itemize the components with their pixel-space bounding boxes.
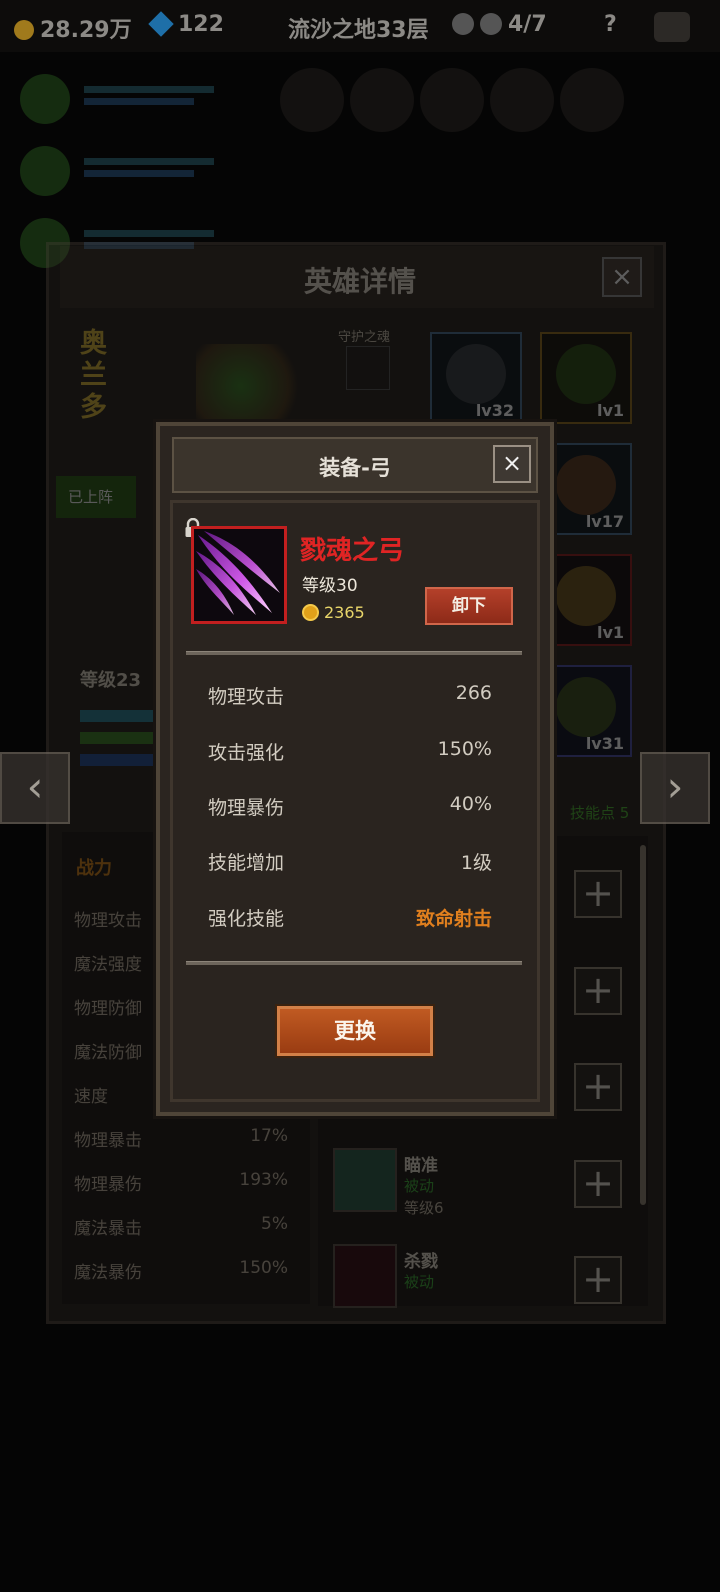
skill-name: 瞄准 bbox=[404, 1156, 438, 1176]
stat-row: 魔法暴击 5% bbox=[74, 1214, 288, 1239]
item-price: 2365 bbox=[324, 603, 365, 622]
coin-icon bbox=[14, 20, 34, 40]
team-slot[interactable] bbox=[560, 68, 624, 132]
hero-name: 奥兰多 bbox=[80, 328, 107, 423]
next-hero-button[interactable]: › bbox=[640, 752, 710, 824]
bow-item-icon[interactable] bbox=[191, 526, 287, 624]
item-level: 等级30 bbox=[302, 576, 358, 596]
bow-icon bbox=[196, 531, 280, 615]
skill-scrollbar[interactable] bbox=[640, 845, 646, 1205]
wreath-icon bbox=[556, 344, 616, 404]
divider bbox=[186, 651, 522, 655]
equip-slot-accessory[interactable]: lv1 bbox=[540, 332, 632, 424]
deployed-badge: 已上阵 bbox=[56, 476, 136, 518]
stat-row: 物理暴击 17% bbox=[74, 1126, 288, 1151]
hero-portrait bbox=[196, 344, 308, 428]
skill-points: 技能点 5 bbox=[570, 804, 630, 822]
guardian-soul-icon[interactable] bbox=[346, 346, 390, 390]
equip-slot-helmet[interactable]: lv32 bbox=[430, 332, 522, 424]
attribute-label: 强化技能 bbox=[208, 908, 285, 930]
attribute-row: 物理暴伤 40% bbox=[208, 793, 492, 820]
attribute-label: 技能增加 bbox=[208, 852, 285, 874]
team-slot[interactable] bbox=[490, 68, 554, 132]
skill-type: 被动 bbox=[404, 1177, 435, 1195]
slaughter-skill-icon[interactable] bbox=[333, 1244, 397, 1308]
stats-title: 战力 bbox=[76, 858, 112, 879]
mana-bar bbox=[80, 754, 160, 766]
ring-icon bbox=[556, 566, 616, 626]
team-slot[interactable] bbox=[280, 68, 344, 132]
attribute-label: 物理攻击 bbox=[208, 686, 285, 708]
prev-hero-button[interactable]: ‹ bbox=[0, 752, 70, 824]
hero-row[interactable] bbox=[14, 140, 214, 200]
exp-bar bbox=[80, 732, 160, 744]
belt-icon bbox=[556, 455, 616, 515]
divider bbox=[186, 961, 522, 965]
stat-row: 魔法暴伤 150% bbox=[74, 1258, 288, 1283]
hero-row[interactable] bbox=[14, 68, 214, 128]
unequip-button[interactable]: 卸下 bbox=[425, 587, 513, 625]
stat-row: 物理暴伤 193% bbox=[74, 1170, 288, 1195]
attribute-label: 攻击强化 bbox=[208, 742, 285, 764]
skill-upgrade-button[interactable]: + bbox=[574, 967, 622, 1015]
hp-bar bbox=[80, 710, 160, 722]
replace-button[interactable]: 更换 bbox=[277, 1006, 433, 1056]
settings-icon[interactable] bbox=[654, 12, 690, 42]
guardian-label: 守护之魂 bbox=[338, 330, 391, 345]
aim-skill-icon[interactable] bbox=[333, 1148, 397, 1212]
attribute-row: 物理攻击 266 bbox=[208, 682, 492, 709]
skill-upgrade-button[interactable]: + bbox=[574, 1160, 622, 1208]
gem-counter: 122 bbox=[148, 11, 224, 37]
key-icon bbox=[452, 13, 474, 35]
location-label: 流沙之地33层 bbox=[288, 18, 429, 43]
coin-icon bbox=[302, 604, 319, 621]
attribute-value: 150% bbox=[437, 738, 492, 760]
gem-icon bbox=[148, 11, 174, 37]
skill-upgrade-button[interactable]: + bbox=[574, 1256, 622, 1304]
enhanced-skill-value: 致命射击 bbox=[415, 908, 492, 930]
hero-close-button[interactable]: × bbox=[602, 257, 642, 297]
attribute-value: 40% bbox=[449, 793, 492, 815]
attribute-value: 266 bbox=[455, 682, 492, 704]
item-name: 戮魂之弓 bbox=[300, 536, 405, 566]
attribute-row: 攻击强化 150% bbox=[208, 738, 492, 765]
skill-level: 等级6 bbox=[404, 1199, 444, 1217]
attribute-value: 1级 bbox=[460, 852, 492, 874]
attribute-row: 强化技能 致命射击 bbox=[208, 904, 492, 931]
helmet-icon bbox=[446, 344, 506, 404]
shield-icon bbox=[556, 677, 616, 737]
skill-upgrade-button[interactable]: + bbox=[574, 1063, 622, 1111]
team-slot[interactable] bbox=[420, 68, 484, 132]
help-button[interactable]: ? bbox=[604, 12, 617, 37]
skill-name: 杀戮 bbox=[404, 1252, 438, 1272]
skill-type: 被动 bbox=[404, 1273, 435, 1291]
attribute-row: 技能增加 1级 bbox=[208, 848, 492, 875]
skull-icon bbox=[480, 13, 502, 35]
hero-level: 等级23 bbox=[80, 670, 142, 691]
equip-modal-close-button[interactable]: × bbox=[493, 445, 531, 483]
key-counter: 4/7 bbox=[452, 12, 547, 37]
gold-counter: 28.29万 bbox=[14, 12, 132, 44]
team-slot[interactable] bbox=[350, 68, 414, 132]
attribute-label: 物理暴伤 bbox=[208, 797, 285, 819]
skill-upgrade-button[interactable]: + bbox=[574, 870, 622, 918]
